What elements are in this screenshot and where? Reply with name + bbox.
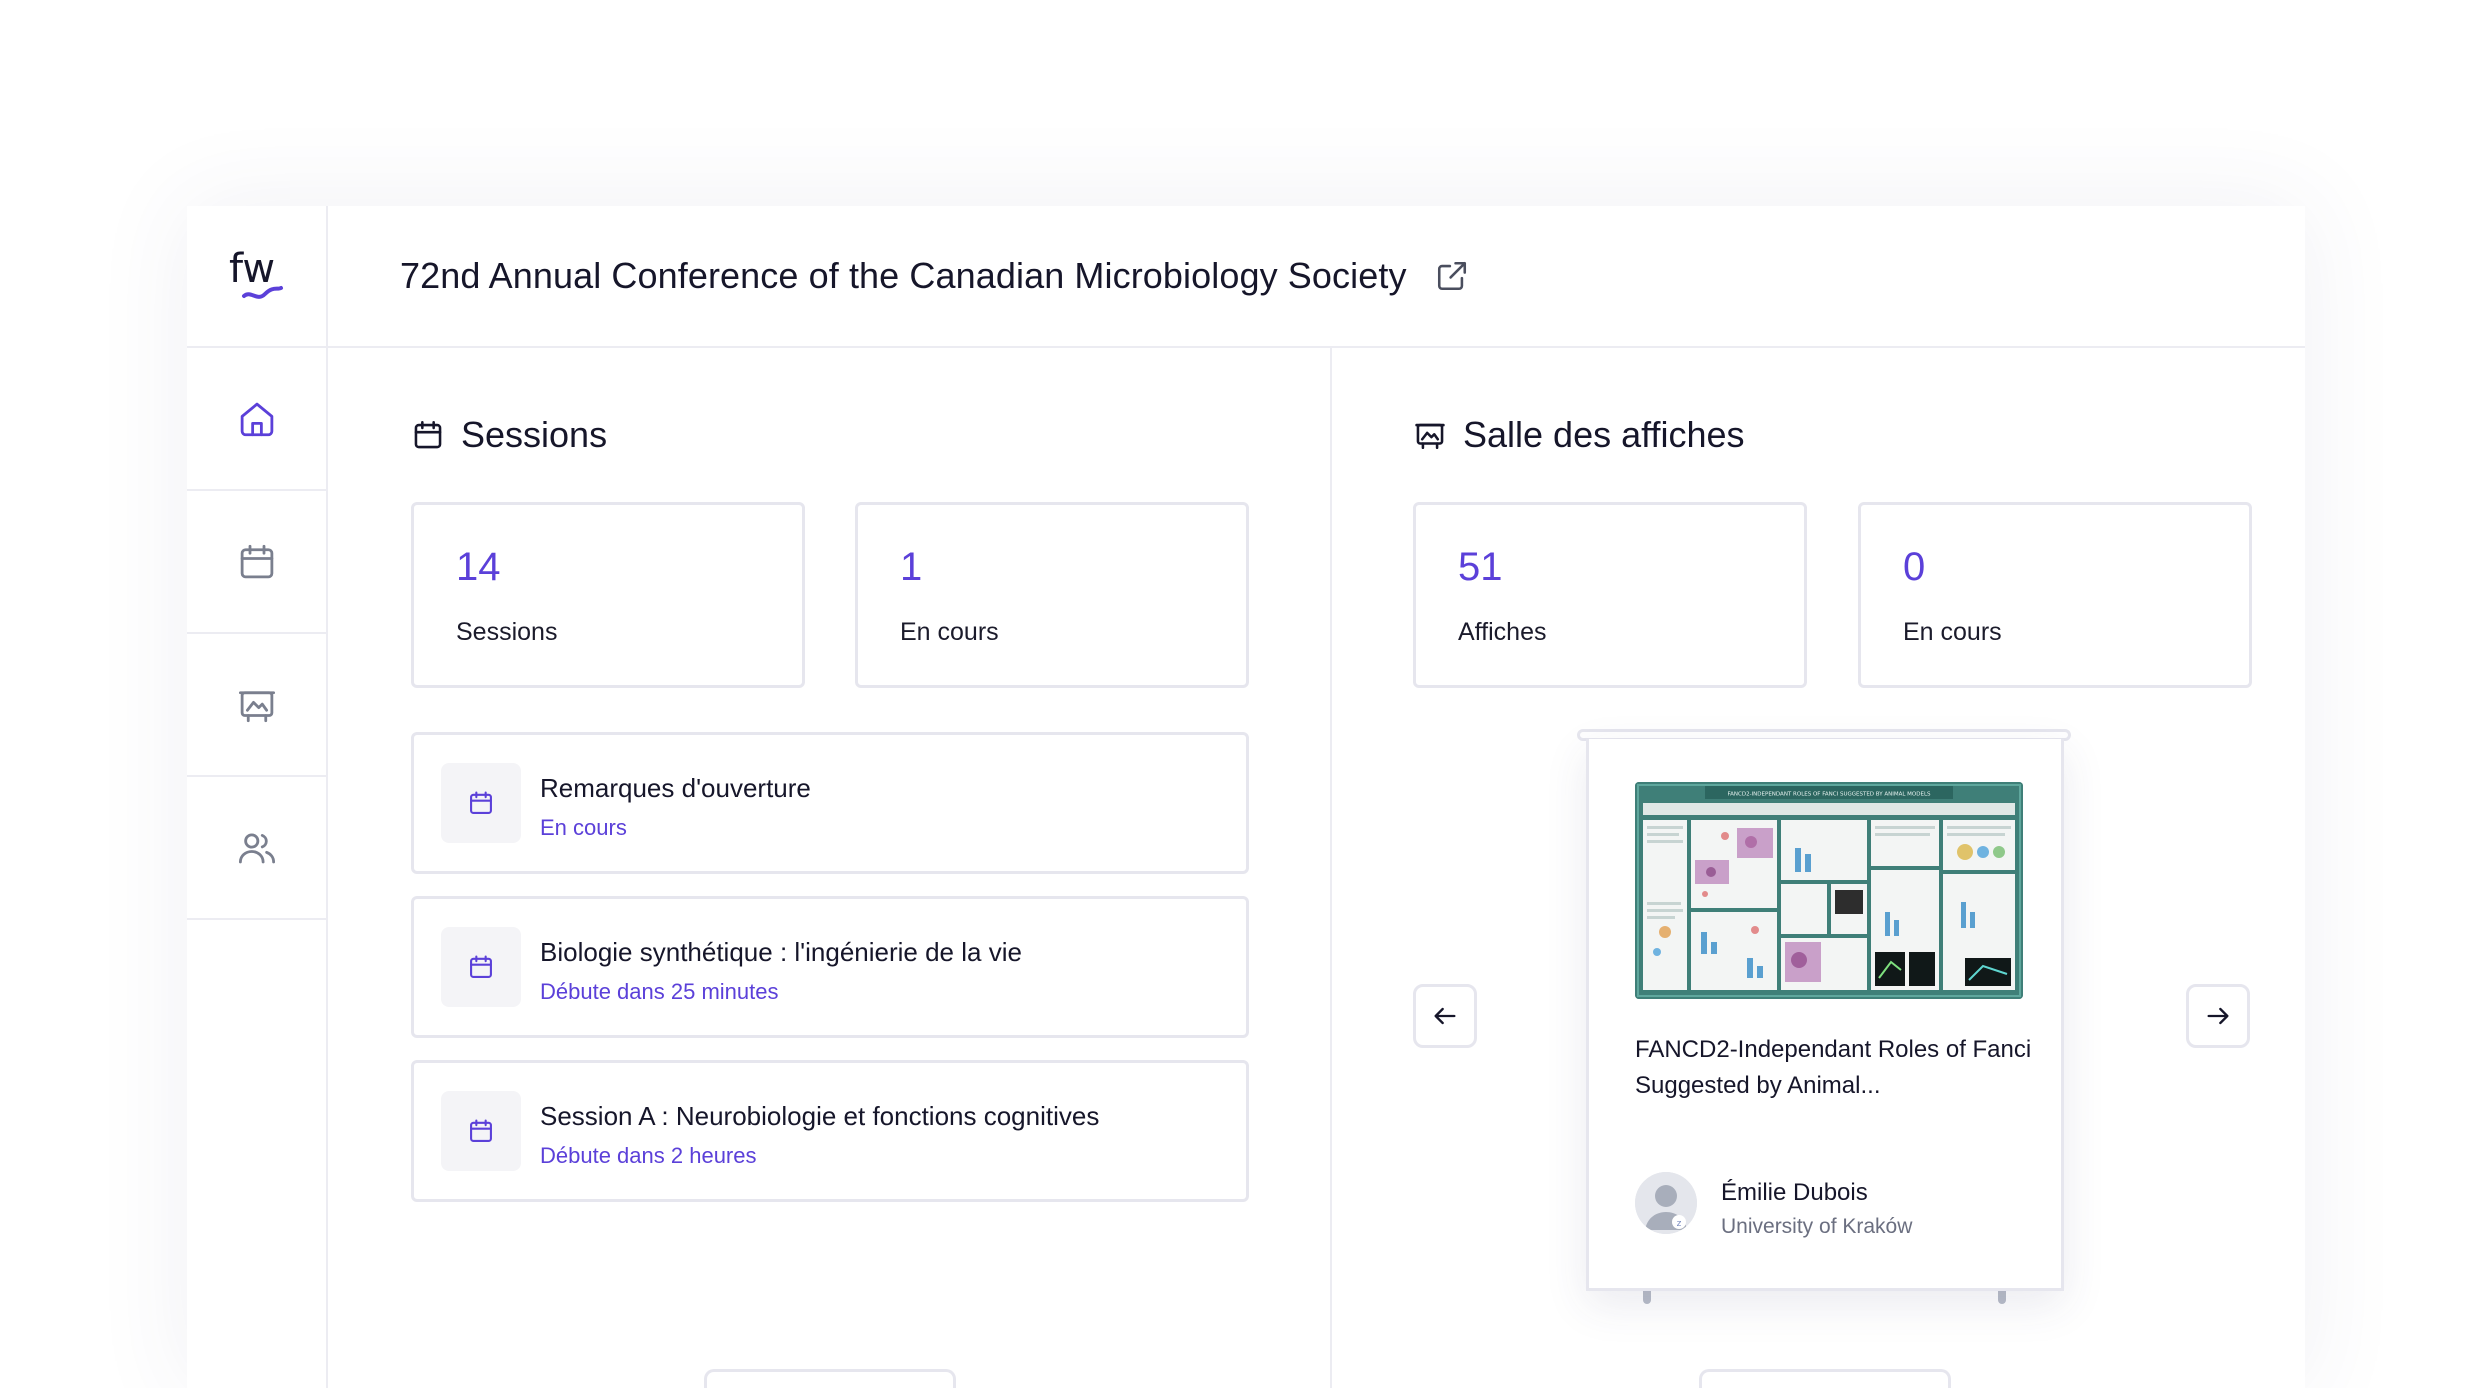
- session-icon-box: [441, 927, 521, 1007]
- poster-thumbnail-image: FANCD2-INDEPENDANT ROLES OF FANCI SUGGES…: [1635, 782, 2023, 999]
- carousel-prev-button[interactable]: [1413, 984, 1477, 1048]
- session-icon-box: [441, 1091, 521, 1171]
- featured-poster-card[interactable]: FANCD2-INDEPENDANT ROLES OF FANCI SUGGES…: [1586, 739, 2064, 1291]
- sessions-section-title: Sessions: [411, 414, 607, 456]
- home-icon: [240, 402, 273, 436]
- column-divider: [1330, 348, 1332, 1388]
- sidebar: fw: [187, 206, 328, 1388]
- fw-logo-icon: fw: [229, 246, 283, 299]
- poster-thumbnail[interactable]: FANCD2-INDEPENDANT ROLES OF FANCI SUGGES…: [1635, 782, 2023, 999]
- user-avatar-icon: z: [1635, 1172, 1697, 1234]
- stat-card-sessions-total: 14 Sessions: [411, 502, 805, 688]
- poster-icon: [238, 690, 275, 722]
- stat-value: 14: [456, 545, 501, 589]
- author-avatar: z: [1635, 1172, 1697, 1234]
- carousel-next-button[interactable]: [2186, 984, 2250, 1048]
- stat-value: 0: [1903, 545, 1926, 589]
- arrow-left-icon: [1434, 1007, 1456, 1025]
- session-status: En cours: [540, 815, 627, 840]
- session-list-item[interactable]: Biologie synthétique : l'ingénierie de l…: [411, 896, 1249, 1038]
- session-title: Biologie synthétique : l'ingénierie de l…: [540, 937, 1022, 967]
- stat-value: 1: [900, 545, 923, 589]
- session-status: Débute dans 2 heures: [540, 1143, 757, 1168]
- calendar-icon: [470, 955, 492, 978]
- session-list-item[interactable]: Remarques d'ouverture En cours: [411, 732, 1249, 874]
- calendar-icon: [470, 1119, 492, 1142]
- stat-value: 51: [1458, 545, 1503, 589]
- app-window: fw 72nd Annual Conference of the Canadia…: [187, 206, 2305, 1388]
- session-list-item[interactable]: Session A : Neurobiologie et fonctions c…: [411, 1060, 1249, 1202]
- svg-text:z: z: [1677, 1219, 1682, 1229]
- posters-section-title: Salle des affiches: [1413, 414, 1745, 456]
- stat-card-sessions-live: 1 En cours: [855, 502, 1249, 688]
- stat-label: En cours: [900, 618, 999, 646]
- external-link-icon: [1437, 261, 1466, 291]
- stat-label: Sessions: [456, 618, 558, 646]
- stat-card-posters-total: 51 Affiches: [1413, 502, 1807, 688]
- posters-title: Salle des affiches: [1463, 414, 1745, 455]
- session-title: Session A : Neurobiologie et fonctions c…: [540, 1101, 1100, 1131]
- stat-card-posters-live: 0 En cours: [1858, 502, 2252, 688]
- sidebar-item-people[interactable]: [187, 777, 326, 920]
- stat-label: Affiches: [1458, 618, 1547, 646]
- calendar-icon: [240, 544, 273, 578]
- session-title: Remarques d'ouverture: [540, 773, 811, 803]
- sessions-more-tab[interactable]: [704, 1369, 956, 1388]
- session-status: Débute dans 25 minutes: [540, 979, 779, 1004]
- conference-title: 72nd Annual Conference of the Canadian M…: [400, 255, 1407, 296]
- posters-more-tab[interactable]: [1699, 1369, 1951, 1388]
- author-affiliation: University of Kraków: [1721, 1215, 1913, 1238]
- arrow-right-icon: [2207, 1007, 2229, 1025]
- session-icon-box: [441, 763, 521, 843]
- calendar-icon: [414, 420, 442, 449]
- page-header: 72nd Annual Conference of the Canadian M…: [328, 206, 2305, 348]
- logo-text: fw: [229, 246, 275, 292]
- sidebar-item-posters[interactable]: [187, 634, 326, 777]
- brand-logo[interactable]: fw: [187, 206, 326, 348]
- poster-title: FANCD2-Independant Roles of Fanci Sugges…: [1635, 1036, 2032, 1099]
- author-name: Émilie Dubois: [1721, 1179, 1868, 1206]
- calendar-icon: [470, 791, 492, 814]
- sidebar-item-sessions[interactable]: [187, 491, 326, 634]
- external-link-button[interactable]: [1435, 259, 1469, 293]
- poster-heading: FANCD2-INDEPENDANT ROLES OF FANCI SUGGES…: [1727, 792, 1931, 798]
- sidebar-item-home[interactable]: [187, 348, 326, 491]
- users-icon: [238, 832, 275, 863]
- poster-icon: [1415, 423, 1445, 450]
- sessions-title: Sessions: [461, 414, 608, 455]
- stat-label: En cours: [1903, 618, 2002, 646]
